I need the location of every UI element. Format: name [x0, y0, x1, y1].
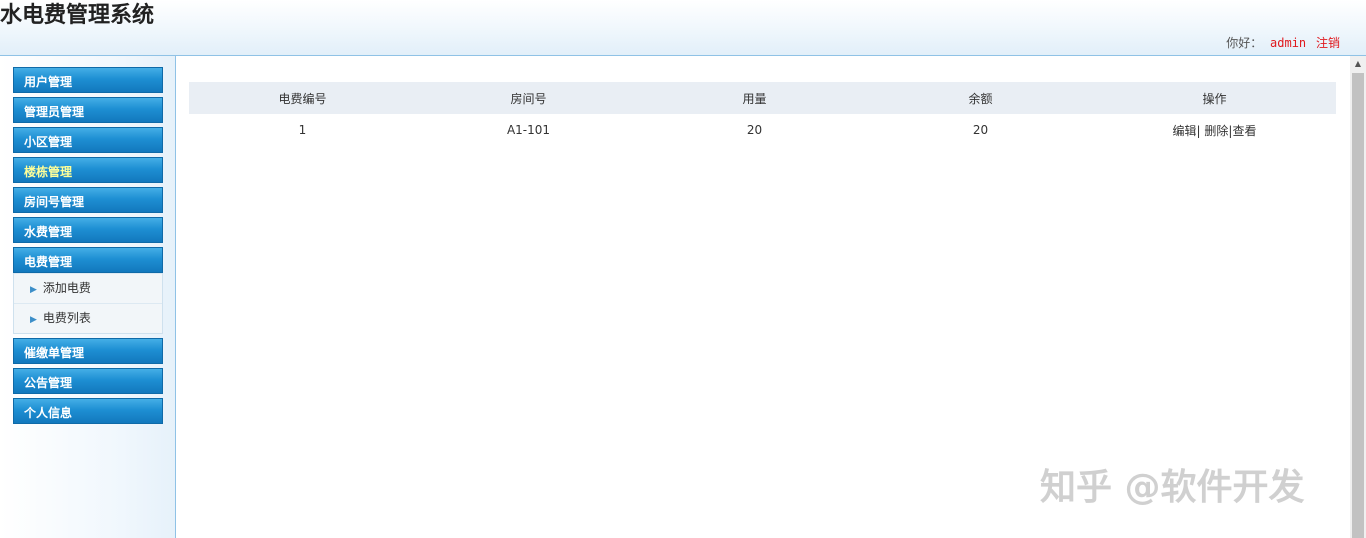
sidebar-menu: 用户管理 管理员管理 小区管理 楼栋管理 房间号管理 水费管理 电费管理 ▶ 添加…	[13, 67, 163, 428]
table-header-row: 电费编号 房间号 用量 余额 操作	[189, 82, 1336, 114]
sidebar: 用户管理 管理员管理 小区管理 楼栋管理 房间号管理 水费管理 电费管理 ▶ 添加…	[0, 56, 176, 538]
submenu-electricity-fee-list[interactable]: ▶ 电费列表	[14, 303, 162, 333]
cell-room: A1-101	[506, 123, 551, 137]
column-header-usage: 用量	[641, 82, 868, 114]
cell-actions: 编辑| 删除|查看	[1093, 114, 1336, 146]
column-header-room: 房间号	[416, 82, 641, 114]
header: 水电费管理系统 你好： admin 注销	[0, 0, 1366, 56]
chevron-right-icon: ▶	[30, 315, 37, 325]
menu-electricity-fee-management[interactable]: 电费管理	[13, 247, 163, 273]
submenu-label: 电费列表	[42, 311, 91, 325]
cell-usage: 20	[746, 123, 763, 137]
submenu-add-electricity-fee[interactable]: ▶ 添加电费	[14, 273, 162, 303]
watermark: 知乎 @软件开发	[1040, 467, 1305, 508]
electricity-fee-table: 电费编号 房间号 用量 余额 操作 1 A1-101 20 20 编辑| 删除|…	[189, 82, 1336, 146]
chevron-right-icon: ▶	[30, 285, 37, 295]
scroll-up-arrow-icon[interactable]: ▲	[1350, 56, 1366, 72]
cell-fee-id: 1	[298, 123, 307, 137]
menu-personal-info[interactable]: 个人信息	[13, 398, 163, 424]
submenu-label: 添加电费	[42, 281, 91, 295]
menu-building-management[interactable]: 楼栋管理	[13, 157, 163, 183]
column-header-fee-id: 电费编号	[189, 82, 416, 114]
column-header-actions: 操作	[1093, 82, 1336, 114]
menu-community-management[interactable]: 小区管理	[13, 127, 163, 153]
view-link[interactable]: 查看	[1232, 124, 1256, 138]
menu-announcement-management[interactable]: 公告管理	[13, 368, 163, 394]
user-bar: 你好： admin 注销	[1226, 34, 1340, 51]
username-label: admin	[1270, 36, 1307, 50]
greeting-label: 你好：	[1226, 36, 1263, 50]
scroll-thumb[interactable]	[1352, 73, 1364, 538]
logout-link[interactable]: 注销	[1316, 36, 1340, 50]
menu-payment-reminder-management[interactable]: 催缴单管理	[13, 338, 163, 364]
menu-room-management[interactable]: 房间号管理	[13, 187, 163, 213]
app-title: 水电费管理系统	[0, 3, 155, 28]
menu-user-management[interactable]: 用户管理	[13, 67, 163, 93]
delete-link[interactable]: 删除	[1204, 124, 1228, 138]
vertical-scrollbar[interactable]: ▲	[1350, 56, 1366, 538]
table-row: 1 A1-101 20 20 编辑| 删除|查看	[189, 114, 1336, 146]
edit-link[interactable]: 编辑	[1173, 124, 1197, 138]
column-header-balance: 余额	[868, 82, 1093, 114]
menu-admin-management[interactable]: 管理员管理	[13, 97, 163, 123]
menu-water-fee-management[interactable]: 水费管理	[13, 217, 163, 243]
cell-balance: 20	[972, 123, 989, 137]
electricity-submenu: ▶ 添加电费 ▶ 电费列表	[13, 273, 163, 334]
